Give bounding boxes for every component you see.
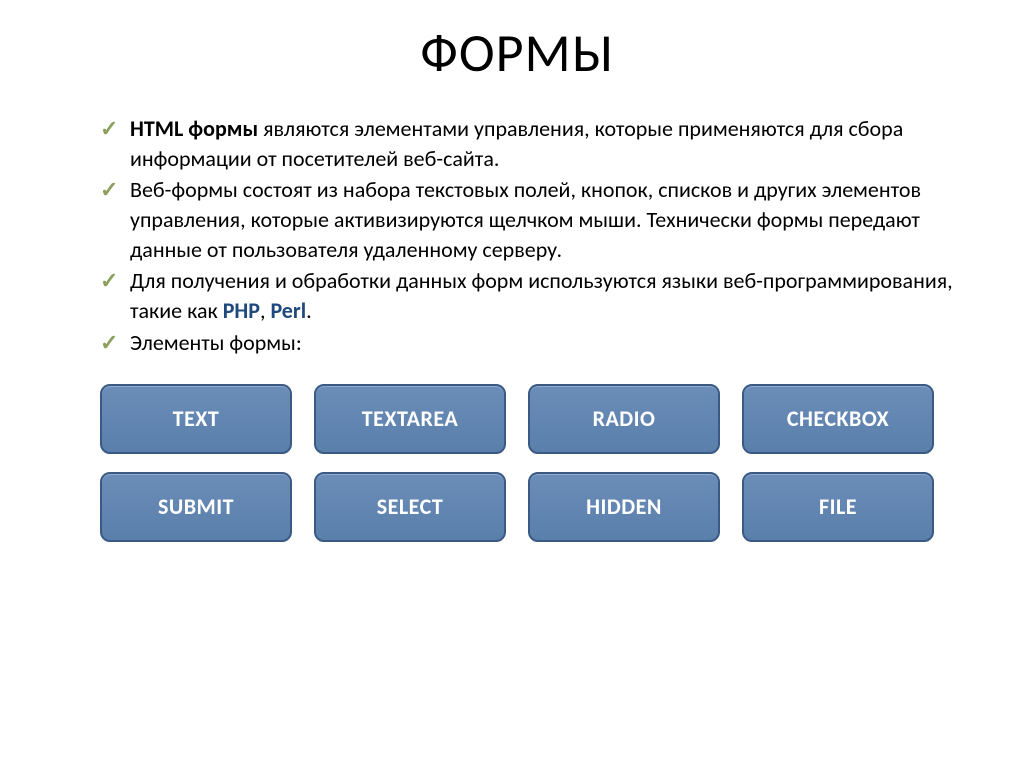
page-title: ФОРМЫ [70, 20, 964, 86]
bullet-1-prefix: HTML формы [130, 115, 258, 142]
form-element-checkbox: CHECKBOX [742, 384, 934, 454]
form-element-submit: SUBMIT [100, 472, 292, 542]
form-element-textarea: TEXTAREA [314, 384, 506, 454]
bullet-list: HTML формы являются элементами управлени… [70, 114, 964, 358]
bullet-4-text: Элементы формы: [130, 329, 302, 356]
bullet-item-3: Для получения и обработки данных форм ис… [100, 266, 964, 325]
slide: ФОРМЫ HTML формы являются элементами упр… [0, 0, 1024, 767]
bullet-3-sep: , [260, 297, 270, 324]
bullet-item-2: Веб-формы состоят из набора текстовых по… [100, 175, 964, 264]
form-element-file: FILE [742, 472, 934, 542]
form-element-text: TEXT [100, 384, 292, 454]
bullet-3-php: PHP [223, 297, 260, 324]
form-element-radio: RADIO [528, 384, 720, 454]
form-element-hidden: HIDDEN [528, 472, 720, 542]
bullet-item-1: HTML формы являются элементами управлени… [100, 114, 964, 173]
form-elements-grid: TEXT TEXTAREA RADIO CHECKBOX SUBMIT SELE… [70, 384, 964, 542]
bullet-3-end: . [306, 297, 312, 324]
form-element-select: SELECT [314, 472, 506, 542]
bullet-2-text: Веб-формы состоят из набора текстовых по… [130, 176, 921, 262]
bullet-3-perl: Perl [270, 297, 306, 324]
bullet-item-4: Элементы формы: [100, 328, 964, 358]
